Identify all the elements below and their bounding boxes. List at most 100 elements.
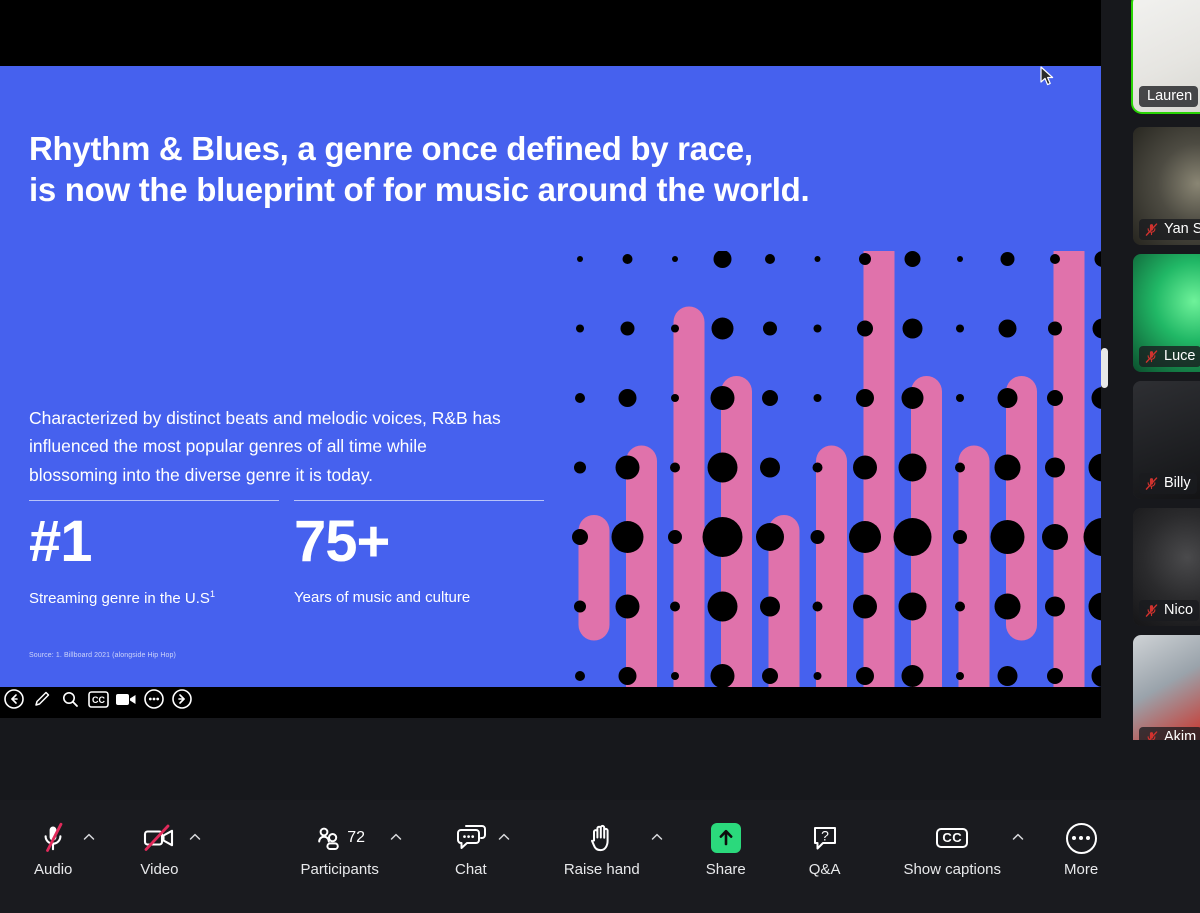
audio-label: Audio: [34, 861, 73, 878]
graphic-dot: [1048, 321, 1062, 336]
graphic-dot: [901, 665, 924, 687]
stat-caption: Streaming genre in the U.S1: [29, 589, 279, 607]
graphic-dot: [670, 462, 680, 473]
show-captions-button[interactable]: CC Show captions: [903, 819, 1024, 878]
show-captions-label: Show captions: [903, 861, 1002, 878]
audio-button[interactable]: Audio: [34, 819, 95, 878]
participant-name-badge: Yan S: [1139, 219, 1200, 240]
graphic-dot: [574, 600, 586, 613]
mouse-cursor: [1040, 66, 1056, 88]
chevron-up-icon[interactable]: [497, 830, 511, 844]
magnifier-icon: [63, 692, 78, 707]
slide-stats: #1 Streaming genre in the U.S1 75+ Years…: [29, 500, 559, 607]
presentation-slide[interactable]: Rhythm & Blues, a genre once defined by …: [0, 66, 1101, 687]
previous-slide-button[interactable]: [2, 687, 26, 711]
ellipsis-circle-icon: [1065, 822, 1097, 854]
participants-button[interactable]: 72 Participants: [300, 819, 402, 878]
people-icon: [318, 827, 340, 850]
qa-button[interactable]: ? Q&A: [809, 819, 840, 878]
graphic-dot: [814, 256, 821, 262]
graphic-dot: [1091, 387, 1101, 409]
participant-name: Akim: [1164, 729, 1197, 740]
stat-footnote-marker: 1: [209, 589, 215, 599]
graphic-dot: [857, 320, 873, 337]
more-button[interactable]: More: [1064, 819, 1098, 878]
stat-caption: Years of music and culture: [294, 589, 544, 606]
graphic-dot: [1083, 518, 1101, 556]
graphic-dot: [668, 530, 682, 544]
graphic-dot: [671, 394, 679, 402]
svg-text:?: ?: [821, 828, 829, 844]
stat-value: #1: [29, 509, 93, 574]
participant-name-badge: Luce: [1139, 346, 1200, 367]
stat-divider: [29, 500, 279, 501]
share-button[interactable]: Share: [706, 819, 746, 878]
graphic-dot: [615, 594, 640, 619]
next-slide-button[interactable]: [170, 687, 194, 711]
chat-label: Chat: [455, 861, 487, 878]
participant-tile-akim[interactable]: Akim: [1133, 635, 1200, 740]
graphic-dot: [762, 668, 778, 684]
presentation-controls-toolbar[interactable]: CC: [0, 686, 194, 712]
graphic-dot: [711, 317, 734, 340]
captions-button[interactable]: CC: [86, 687, 110, 711]
graphic-dot: [853, 594, 877, 619]
raise-hand-button[interactable]: Raise hand: [564, 819, 662, 878]
video-button[interactable]: [114, 687, 138, 711]
annotate-button[interactable]: [30, 687, 54, 711]
stat-divider: [294, 500, 544, 501]
graphic-dot: [955, 462, 965, 473]
arrow-left-circle-icon: [4, 689, 24, 709]
graphic-dot: [813, 394, 822, 402]
graphic-bar: [673, 306, 705, 687]
participant-tile-nico[interactable]: Nico: [1133, 508, 1200, 626]
hand-icon: [588, 819, 616, 857]
microphone-muted-icon: [1145, 349, 1158, 363]
participant-name-badge: Nico: [1139, 600, 1200, 621]
graphic-dot: [898, 453, 927, 482]
video-button[interactable]: Video: [140, 819, 201, 878]
graphic-dot: [1091, 665, 1101, 687]
participant-tile-yan[interactable]: Yan S: [1133, 127, 1200, 245]
participant-video-strip[interactable]: Lauren Yan S Luce Billy Nico Akim: [1110, 0, 1200, 740]
participant-name: Nico: [1164, 602, 1194, 618]
graphic-dot: [904, 251, 921, 267]
stage-scrollbar-thumb[interactable]: [1101, 348, 1108, 388]
slide-headline: Rhythm & Blues, a genre once defined by …: [29, 128, 929, 211]
graphic-dot: [713, 251, 732, 268]
graphic-dot: [1088, 592, 1101, 621]
chevron-up-icon[interactable]: [389, 830, 403, 844]
chevron-up-icon[interactable]: [82, 830, 96, 844]
graphic-dot: [997, 666, 1018, 686]
graphic-dot: [1047, 668, 1063, 684]
stat-value: 75+: [294, 509, 390, 574]
camera-muted-icon: [141, 819, 177, 857]
graphic-dot: [956, 324, 964, 333]
participant-tile-luce[interactable]: Luce: [1133, 254, 1200, 372]
chevron-up-icon[interactable]: [188, 830, 202, 844]
chevron-up-icon[interactable]: [1011, 830, 1025, 844]
participant-tile-billy[interactable]: Billy: [1133, 381, 1200, 499]
graphic-dot: [812, 601, 823, 612]
slide-headline-line-2: is now the blueprint of for music around…: [29, 171, 810, 209]
microphone-muted-icon: [1145, 476, 1158, 490]
chevron-up-icon[interactable]: [650, 830, 664, 844]
zoom-button[interactable]: [58, 687, 82, 711]
graphic-dot: [575, 393, 585, 403]
graphic-dot: [1088, 453, 1101, 482]
graphic-dot: [707, 452, 738, 483]
chat-button[interactable]: Chat: [455, 819, 510, 878]
participant-name-badge: Billy: [1139, 473, 1197, 494]
graphic-dot: [994, 593, 1021, 620]
chat-bubble-icon: [455, 819, 487, 857]
slide-more-button[interactable]: [142, 687, 166, 711]
graphic-dot: [622, 254, 633, 264]
participant-tile-lauren[interactable]: Lauren: [1131, 0, 1200, 114]
participant-name: Luce: [1164, 348, 1196, 364]
graphic-bar: [958, 445, 990, 687]
graphic-dot: [1047, 390, 1063, 406]
graphic-dot: [994, 454, 1021, 481]
graphic-dot: [849, 521, 881, 553]
graphic-dot: [859, 253, 871, 265]
video-label: Video: [140, 861, 179, 878]
